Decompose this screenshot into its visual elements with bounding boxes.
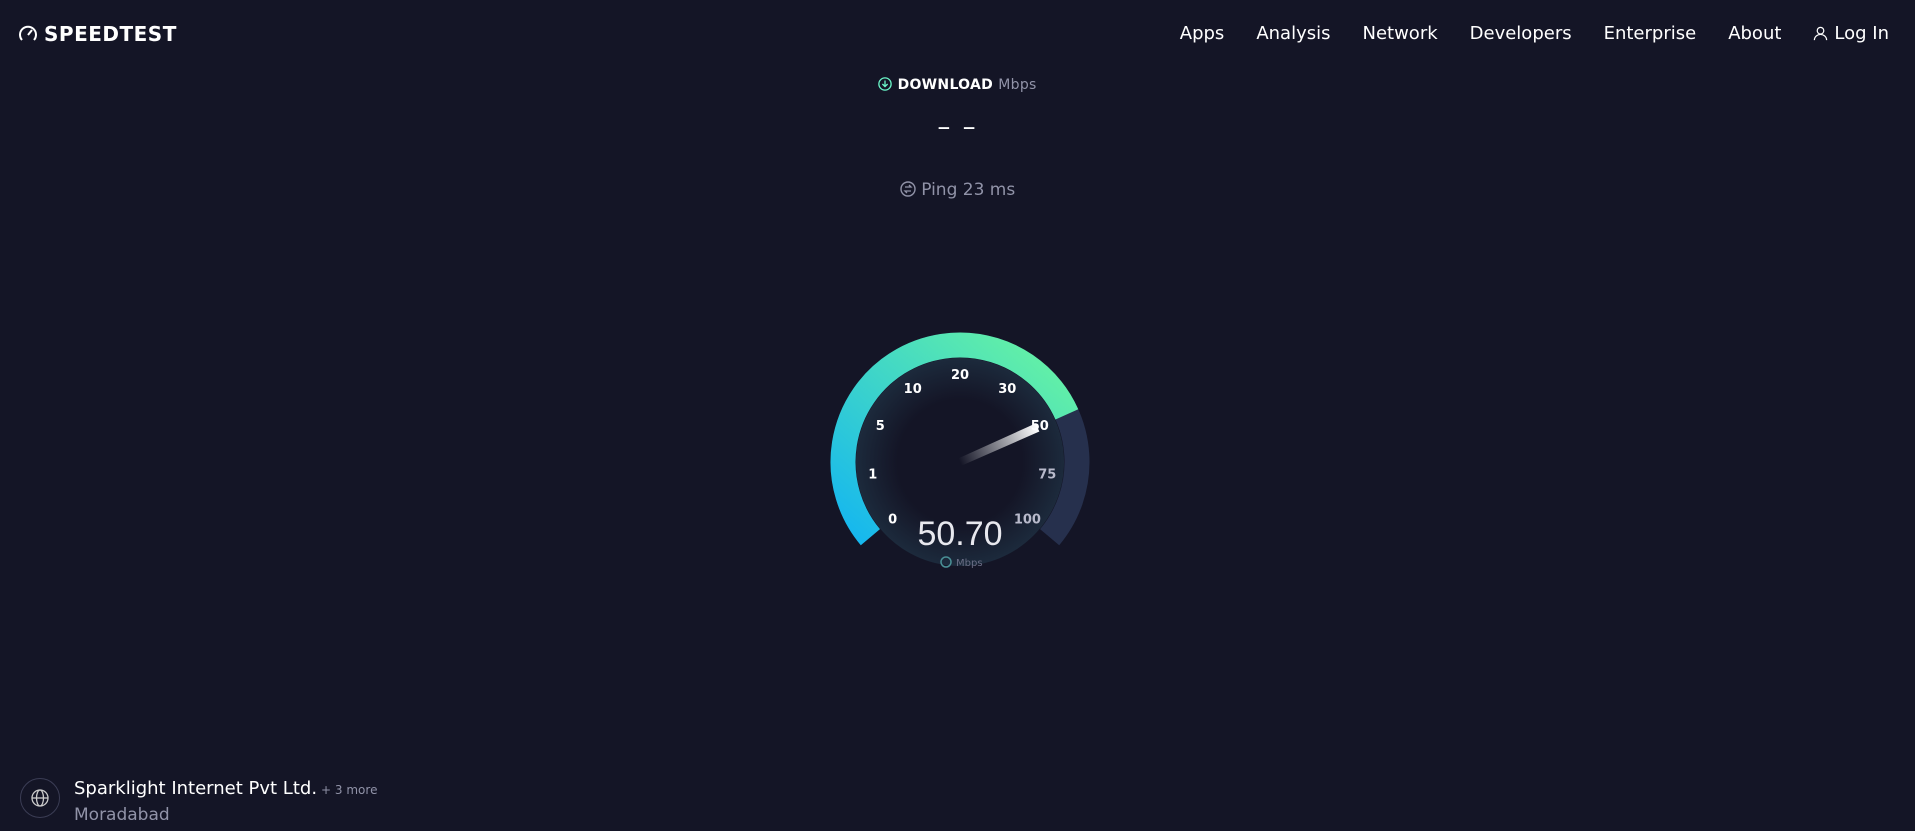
server-city: Moradabad — [74, 805, 170, 825]
globe-icon — [20, 778, 60, 818]
server-info[interactable]: Sparklight Internet Pvt Ltd. + 3 more Mor… — [20, 778, 377, 825]
gauge-tick-10: 10 — [904, 382, 922, 397]
isp-name: Sparklight Internet Pvt Ltd. — [74, 778, 318, 799]
speed-gauge: 0151020305075100 50.70 Mbps — [830, 332, 1090, 569]
gauge-reading: 50.70 — [917, 515, 1002, 553]
gauge-tick-1: 1 — [868, 467, 877, 482]
gauge-tick-5: 5 — [876, 419, 885, 434]
gauge-tick-20: 20 — [951, 368, 969, 383]
gauge-tick-30: 30 — [998, 382, 1016, 397]
gauge-tick-75: 75 — [1038, 467, 1056, 482]
gauge-tick-0: 0 — [888, 513, 897, 528]
more-isps[interactable]: + 3 more — [321, 783, 377, 797]
gauge-tick-100: 100 — [1014, 513, 1041, 528]
gauge-unit: Mbps — [956, 558, 983, 569]
